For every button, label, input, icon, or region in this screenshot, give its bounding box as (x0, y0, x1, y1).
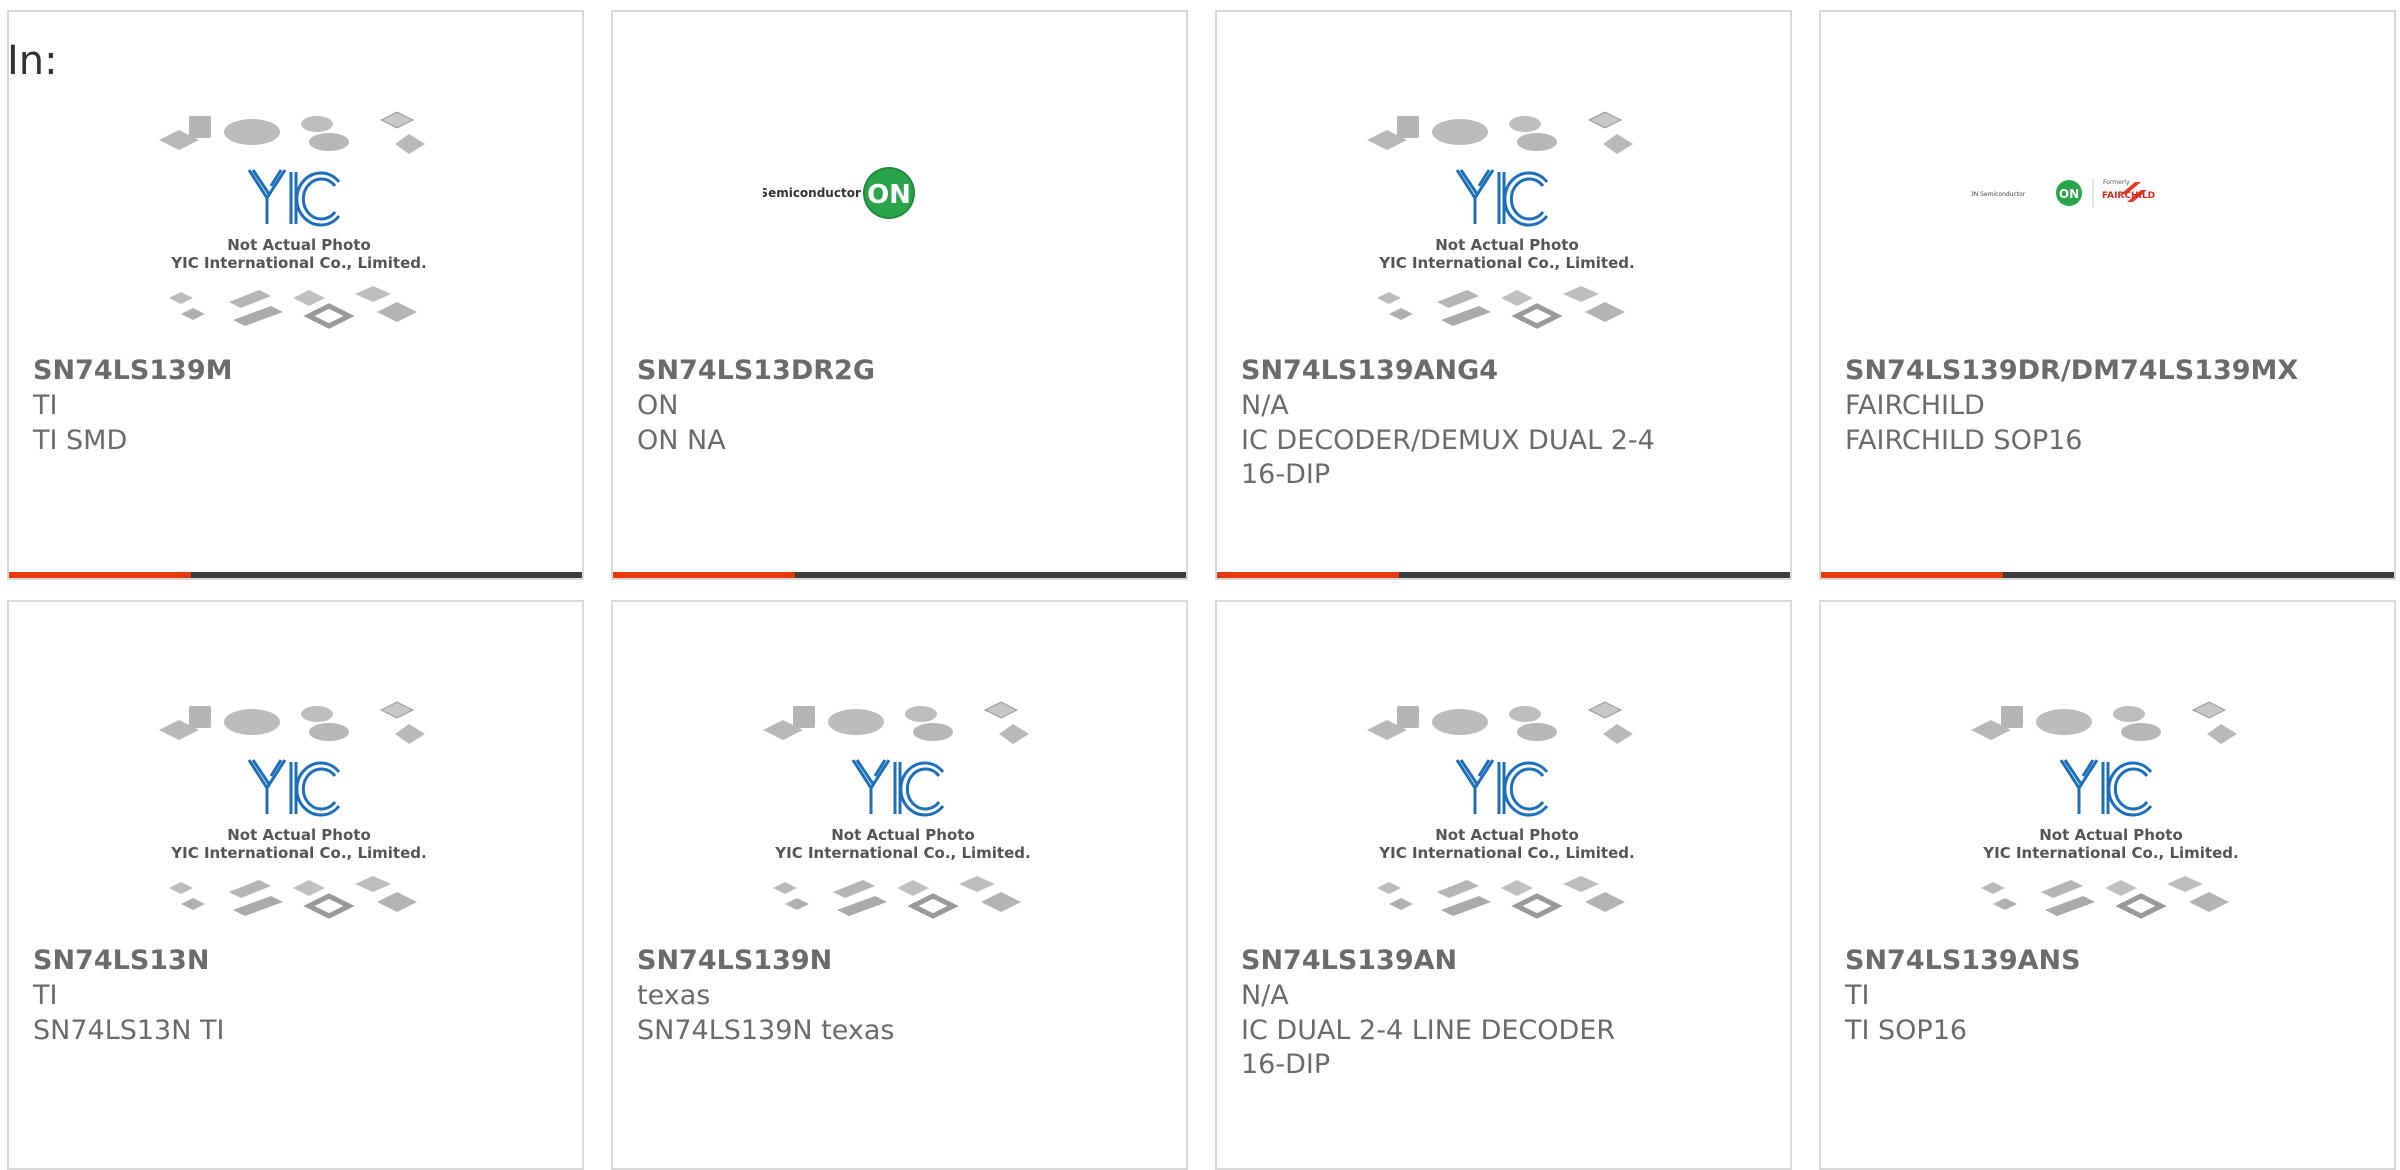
product-name[interactable]: SN74LS139ANG4 (1241, 355, 1498, 386)
product-card[interactable]: Not Actual Photo YIC International Co., L… (7, 10, 584, 580)
product-name[interactable]: SN74LS139ANS (1845, 945, 2081, 976)
svg-text:YIC International Co., Limited: YIC International Co., Limited. (1378, 254, 1634, 272)
product-card[interactable]: Not Actual Photo YIC International Co., L… (1215, 600, 1792, 1170)
yic-placeholder-image: Not Actual Photo YIC International Co., L… (1971, 692, 2251, 942)
svg-text:Not Actual Photo: Not Actual Photo (1435, 826, 1579, 844)
product-card[interactable]: Not Actual Photo YIC International Co., L… (611, 600, 1188, 1170)
card-accent-bar (1217, 572, 1399, 578)
product-name[interactable]: SN74LS13DR2G (637, 355, 875, 386)
product-manufacturer: TI (33, 390, 58, 421)
in-label: In: (7, 38, 58, 84)
product-manufacturer: ON (637, 390, 679, 421)
card-bottom-bar (1821, 572, 2394, 578)
svg-text:YIC International Co., Limited: YIC International Co., Limited. (1982, 844, 2238, 862)
card-bottom-bar (9, 572, 582, 578)
product-name[interactable]: SN74LS139AN (1241, 945, 1457, 976)
svg-text:YIC International Co., Limited: YIC International Co., Limited. (170, 254, 426, 272)
card-accent-bar (1821, 572, 2003, 578)
product-manufacturer: N/A (1241, 980, 1289, 1011)
yic-placeholder-image: Not Actual Photo YIC International Co., L… (1367, 102, 1647, 352)
svg-text:ON: ON (867, 180, 911, 210)
svg-text:FAIRCHILD: FAIRCHILD (2102, 191, 2155, 201)
svg-text:Not Actual Photo: Not Actual Photo (227, 236, 371, 254)
svg-text:Not Actual Photo: Not Actual Photo (831, 826, 975, 844)
product-name[interactable]: SN74LS139M (33, 355, 233, 386)
card-accent-bar (9, 572, 191, 578)
svg-text:Not Actual Photo: Not Actual Photo (2039, 826, 2183, 844)
product-description: SN74LS13N TI (33, 1015, 225, 1046)
product-manufacturer: FAIRCHILD (1845, 390, 1985, 421)
product-manufacturer: TI (33, 980, 58, 1011)
product-description: SN74LS139N texas (637, 1015, 895, 1046)
product-manufacturer: TI (1845, 980, 1870, 1011)
yic-placeholder-image: Not Actual Photo YIC International Co., L… (159, 692, 439, 942)
svg-text:Not Actual Photo: Not Actual Photo (227, 826, 371, 844)
svg-text:ON Semiconductor: ON Semiconductor (1971, 191, 2026, 198)
svg-text:YIC International Co., Limited: YIC International Co., Limited. (170, 844, 426, 862)
svg-text:ON Semiconductor: ON Semiconductor (763, 186, 861, 200)
product-description: IC DECODER/DEMUX DUAL 2-4 16-DIP (1241, 425, 1655, 490)
card-bottom-bar (613, 572, 1186, 578)
product-description: TI SMD (33, 425, 128, 456)
product-manufacturer: N/A (1241, 390, 1289, 421)
yic-placeholder-image: Not Actual Photo YIC International Co., L… (159, 102, 439, 352)
yic-placeholder-image: Not Actual Photo YIC International Co., L… (763, 692, 1043, 942)
on-semiconductor-logo: ON Semiconductor ON (735, 102, 1043, 352)
product-card[interactable]: ON Semiconductor ON SN74LS13DR2G ON ON NA (611, 10, 1188, 580)
product-card[interactable]: Not Actual Photo YIC International Co., L… (1819, 600, 2396, 1170)
product-name[interactable]: SN74LS13N (33, 945, 209, 976)
product-manufacturer: texas (637, 980, 711, 1011)
svg-text:Not Actual Photo: Not Actual Photo (1435, 236, 1579, 254)
on-fairchild-logo: ON Semiconductor ON Formerly FAIRCHILD (1969, 102, 2251, 352)
svg-text:Formerly: Formerly (2103, 179, 2130, 186)
product-card[interactable]: Not Actual Photo YIC International Co., L… (1215, 10, 1792, 580)
product-description: ON NA (637, 425, 726, 456)
product-description: TI SOP16 (1845, 1015, 1968, 1046)
product-name[interactable]: SN74LS139N (637, 945, 832, 976)
svg-text:YIC International Co., Limited: YIC International Co., Limited. (774, 844, 1030, 862)
svg-text:YIC International Co., Limited: YIC International Co., Limited. (1378, 844, 1634, 862)
product-card[interactable]: ON Semiconductor ON Formerly FAIRCHILD SN74… (1819, 10, 2396, 580)
product-description: FAIRCHILD SOP16 (1845, 425, 2083, 456)
card-accent-bar (613, 572, 795, 578)
yic-placeholder-image: Not Actual Photo YIC International Co., L… (1367, 692, 1647, 942)
card-bottom-bar (1217, 572, 1790, 578)
product-description: IC DUAL 2-4 LINE DECODER 16-DIP (1241, 1015, 1616, 1080)
product-card[interactable]: Not Actual Photo YIC International Co., L… (7, 600, 584, 1170)
product-name[interactable]: SN74LS139DR/DM74LS139MX (1845, 355, 2298, 386)
svg-text:ON: ON (2059, 187, 2079, 201)
